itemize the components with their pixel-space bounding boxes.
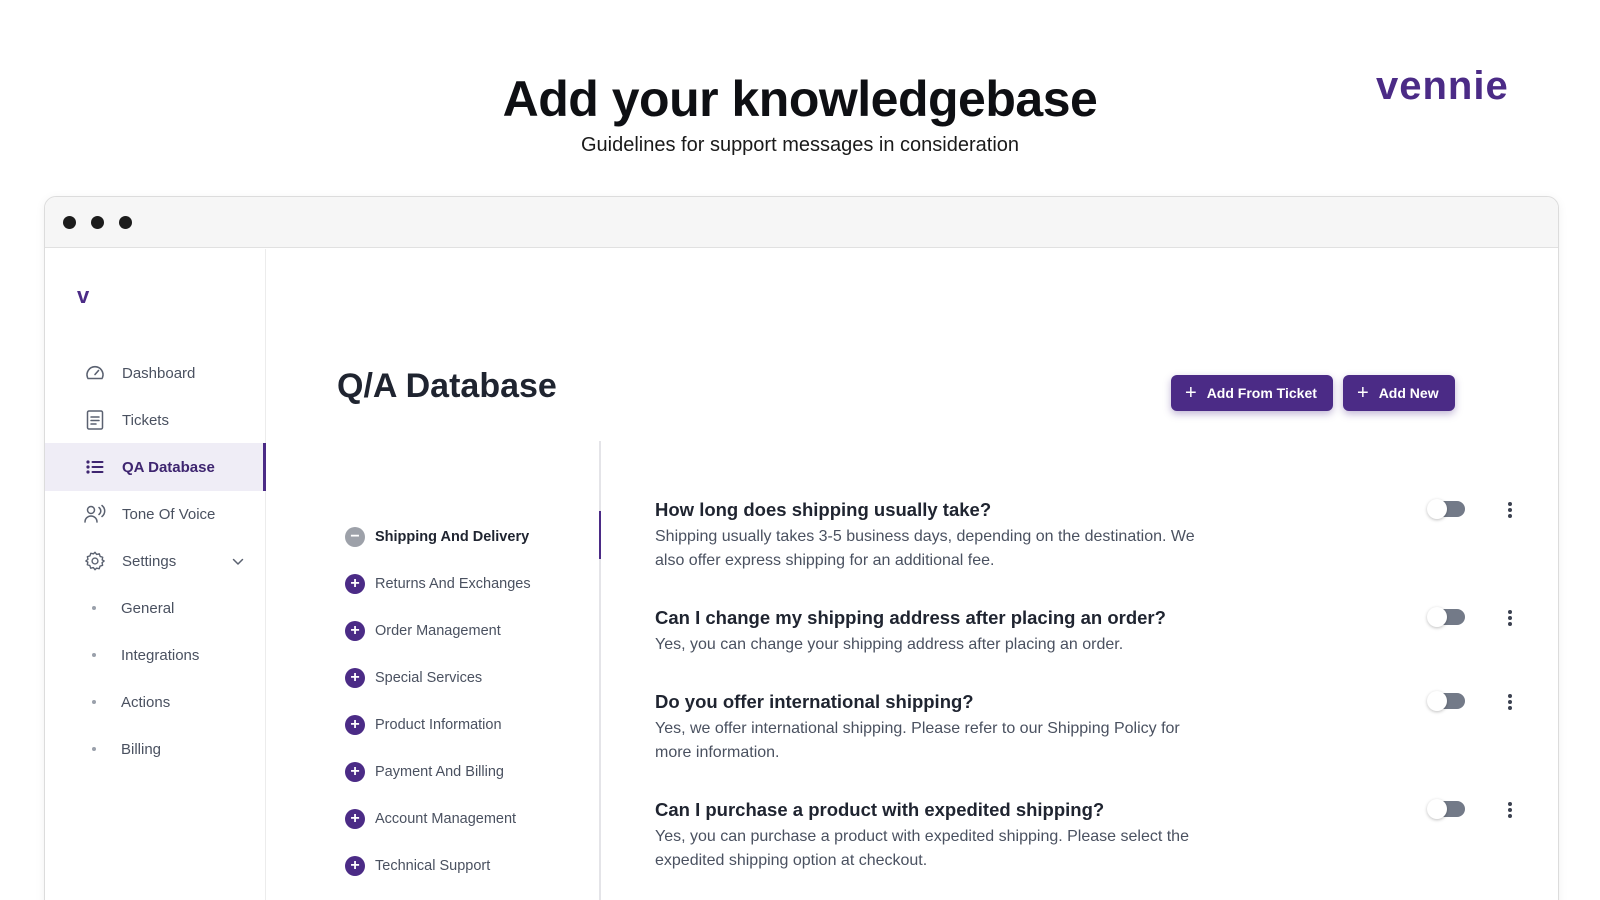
category-label: Payment And Billing (375, 764, 504, 780)
sidebar-item-label: QA Database (122, 458, 215, 476)
sidebar-subitem-label: Actions (121, 693, 171, 711)
qa-answer: Shipping usually takes 3-5 business days… (655, 528, 1195, 569)
button-label: Add New (1378, 385, 1439, 401)
qa-answer: Yes, we offer international shipping. Pl… (655, 720, 1180, 761)
bullet-icon (92, 700, 96, 704)
app-window: v Dashboard Tickets QA Database Tone Of … (44, 196, 1559, 900)
document-icon (84, 409, 106, 431)
more-options-icon[interactable] (1505, 799, 1515, 821)
more-options-icon[interactable] (1505, 691, 1515, 713)
qa-answer: Yes, you can purchase a product with exp… (655, 828, 1189, 869)
qa-item: Can I purchase a product with expedited … (655, 799, 1512, 873)
qa-question: Do you offer international shipping? (655, 691, 974, 712)
sidebar: v Dashboard Tickets QA Database Tone Of … (45, 249, 266, 900)
sidebar-subitem-label: Billing (121, 740, 162, 758)
sidebar-item-tone-of-voice[interactable]: Tone Of Voice (45, 490, 266, 538)
main-content: Q/A Database + Add From Ticket + Add New… (267, 249, 1558, 900)
bullet-icon (92, 653, 96, 657)
brand-logo: vennie (1376, 64, 1509, 108)
window-close-dot[interactable] (63, 215, 76, 229)
qa-item: Do you offer international shipping? Yes… (655, 691, 1512, 765)
qa-toggle[interactable] (1427, 499, 1465, 519)
sidebar-subitem-actions[interactable]: Actions (45, 678, 266, 726)
add-new-button[interactable]: + Add New (1343, 375, 1455, 411)
window-maximize-dot[interactable] (119, 215, 132, 229)
category-label: Special Services (375, 670, 483, 686)
qa-answer: Yes, you can change your shipping addres… (655, 636, 1124, 653)
qa-toggle[interactable] (1427, 691, 1465, 711)
bullet-icon (92, 606, 96, 610)
sidebar-logo[interactable]: v (77, 283, 89, 309)
category-label: Returns And Exchanges (375, 576, 531, 592)
sidebar-item-dashboard[interactable]: Dashboard (45, 349, 266, 397)
expand-icon: + (345, 762, 365, 782)
category-item-returns-and-exchanges[interactable]: + Returns And Exchanges (345, 572, 531, 596)
sidebar-subitem-integrations[interactable]: Integrations (45, 631, 266, 679)
gauge-icon (84, 362, 106, 384)
hero-subtitle: Guidelines for support messages in consi… (580, 134, 1020, 156)
sidebar-item-tickets[interactable]: Tickets (45, 396, 266, 444)
bullet-icon (92, 747, 96, 751)
gear-icon (84, 550, 106, 572)
category-label: Shipping And Delivery (375, 529, 530, 545)
category-label: Account Management (375, 811, 517, 827)
plus-icon: + (1357, 382, 1369, 404)
button-label: Add From Ticket (1206, 385, 1317, 401)
qa-question: Can I purchase a product with expedited … (655, 799, 1105, 820)
expand-icon: + (345, 809, 365, 829)
sidebar-subitem-general[interactable]: General (45, 584, 266, 632)
expand-icon: + (345, 668, 365, 688)
category-label: Product Information (375, 717, 502, 733)
sidebar-item-qa-database[interactable]: QA Database (45, 443, 266, 491)
category-label: Technical Support (375, 858, 491, 874)
sidebar-subitem-label: General (121, 599, 175, 617)
window-titlebar (45, 197, 1558, 248)
category-item-payment-and-billing[interactable]: + Payment And Billing (345, 760, 504, 784)
category-list: − Shipping And Delivery + Returns And Ex… (337, 441, 601, 900)
hero-title: Add your knowledgebase (502, 71, 1098, 127)
category-item-product-information[interactable]: + Product Information (345, 713, 502, 737)
category-item-technical-support[interactable]: + Technical Support (345, 854, 490, 878)
page-title: Q/A Database (337, 367, 557, 405)
expand-icon: + (345, 715, 365, 735)
voice-icon (84, 503, 106, 525)
sidebar-item-label: Settings (122, 552, 177, 570)
plus-icon: + (1185, 382, 1197, 404)
list-icon (84, 456, 106, 478)
sidebar-item-label: Tone Of Voice (122, 505, 216, 523)
category-label: Order Management (375, 623, 501, 639)
sidebar-item-label: Tickets (122, 411, 169, 429)
chevron-down-icon[interactable] (232, 553, 244, 570)
category-item-shipping-and-delivery[interactable]: − Shipping And Delivery (345, 525, 529, 549)
collapse-icon: − (345, 527, 365, 547)
sidebar-subitem-billing[interactable]: Billing (45, 725, 266, 773)
qa-question: Can I change my shipping address after p… (655, 607, 1166, 628)
more-options-icon[interactable] (1505, 607, 1515, 629)
qa-item: Can I change my shipping address after p… (655, 607, 1512, 657)
category-item-account-management[interactable]: + Account Management (345, 807, 516, 831)
category-item-order-management[interactable]: + Order Management (345, 619, 501, 643)
expand-icon: + (345, 574, 365, 594)
sidebar-item-label: Dashboard (122, 364, 196, 382)
qa-toggle[interactable] (1427, 799, 1465, 819)
qa-toggle[interactable] (1427, 607, 1465, 627)
active-category-indicator (599, 511, 601, 559)
more-options-icon[interactable] (1505, 499, 1515, 521)
sidebar-subitem-label: Integrations (121, 646, 200, 664)
expand-icon: + (345, 856, 365, 876)
window-minimize-dot[interactable] (91, 215, 104, 229)
qa-item: How long does shipping usually take? Shi… (655, 499, 1512, 573)
expand-icon: + (345, 621, 365, 641)
qa-question: How long does shipping usually take? (655, 499, 992, 520)
add-from-ticket-button[interactable]: + Add From Ticket (1171, 375, 1333, 411)
sidebar-item-settings[interactable]: Settings (45, 537, 266, 585)
category-item-special-services[interactable]: + Special Services (345, 666, 482, 690)
